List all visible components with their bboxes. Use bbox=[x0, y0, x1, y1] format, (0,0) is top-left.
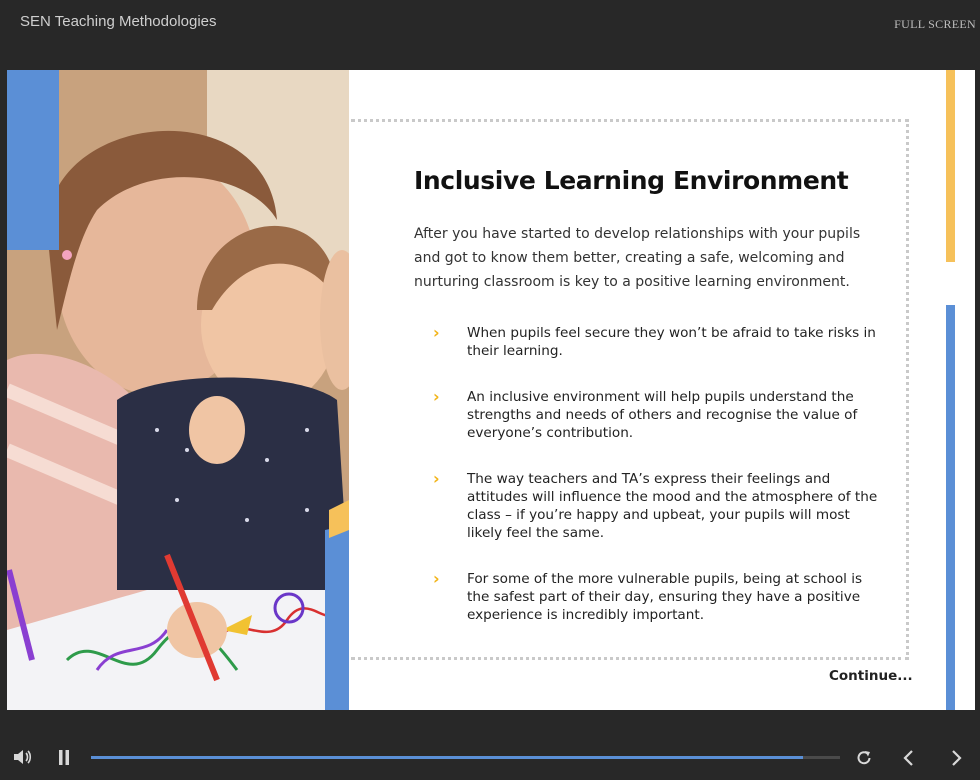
chevron-right-icon: › bbox=[433, 469, 440, 488]
slide: Inclusive Learning Environment After you… bbox=[7, 70, 975, 710]
chevron-right-icon: › bbox=[433, 387, 440, 406]
intro-paragraph: After you have started to develop relati… bbox=[414, 226, 861, 290]
course-title: SEN Teaching Methodologies bbox=[20, 13, 217, 30]
progress-bar[interactable] bbox=[91, 756, 840, 759]
next-icon[interactable] bbox=[949, 749, 963, 771]
decorative-bar-blue-left bbox=[7, 70, 59, 250]
bullet-text: For some of the more vulnerable pupils, … bbox=[467, 571, 863, 623]
top-bar: SEN Teaching Methodologies FULL SCREEN bbox=[0, 0, 980, 70]
continue-link[interactable]: Continue... bbox=[829, 668, 913, 684]
chevron-right-icon: › bbox=[433, 323, 440, 342]
previous-icon[interactable] bbox=[902, 749, 916, 771]
player-controls bbox=[0, 710, 980, 780]
decorative-bar-yellow-right bbox=[946, 70, 955, 262]
chevron-right-icon: › bbox=[433, 569, 440, 588]
replay-icon[interactable] bbox=[855, 749, 873, 771]
slide-right-edge bbox=[966, 70, 975, 710]
volume-icon[interactable] bbox=[12, 748, 32, 770]
bullet-text: The way teachers and TA’s express their … bbox=[467, 471, 878, 541]
bullet-text: When pupils feel secure they won’t be af… bbox=[467, 325, 876, 359]
pause-icon[interactable] bbox=[58, 750, 70, 769]
decorative-bar-blue-right bbox=[946, 305, 955, 710]
bullet-text: An inclusive environment will help pupil… bbox=[467, 389, 858, 441]
fullscreen-button[interactable]: FULL SCREEN bbox=[894, 17, 976, 32]
progress-fill bbox=[91, 756, 803, 759]
slide-heading: Inclusive Learning Environment bbox=[414, 166, 849, 195]
